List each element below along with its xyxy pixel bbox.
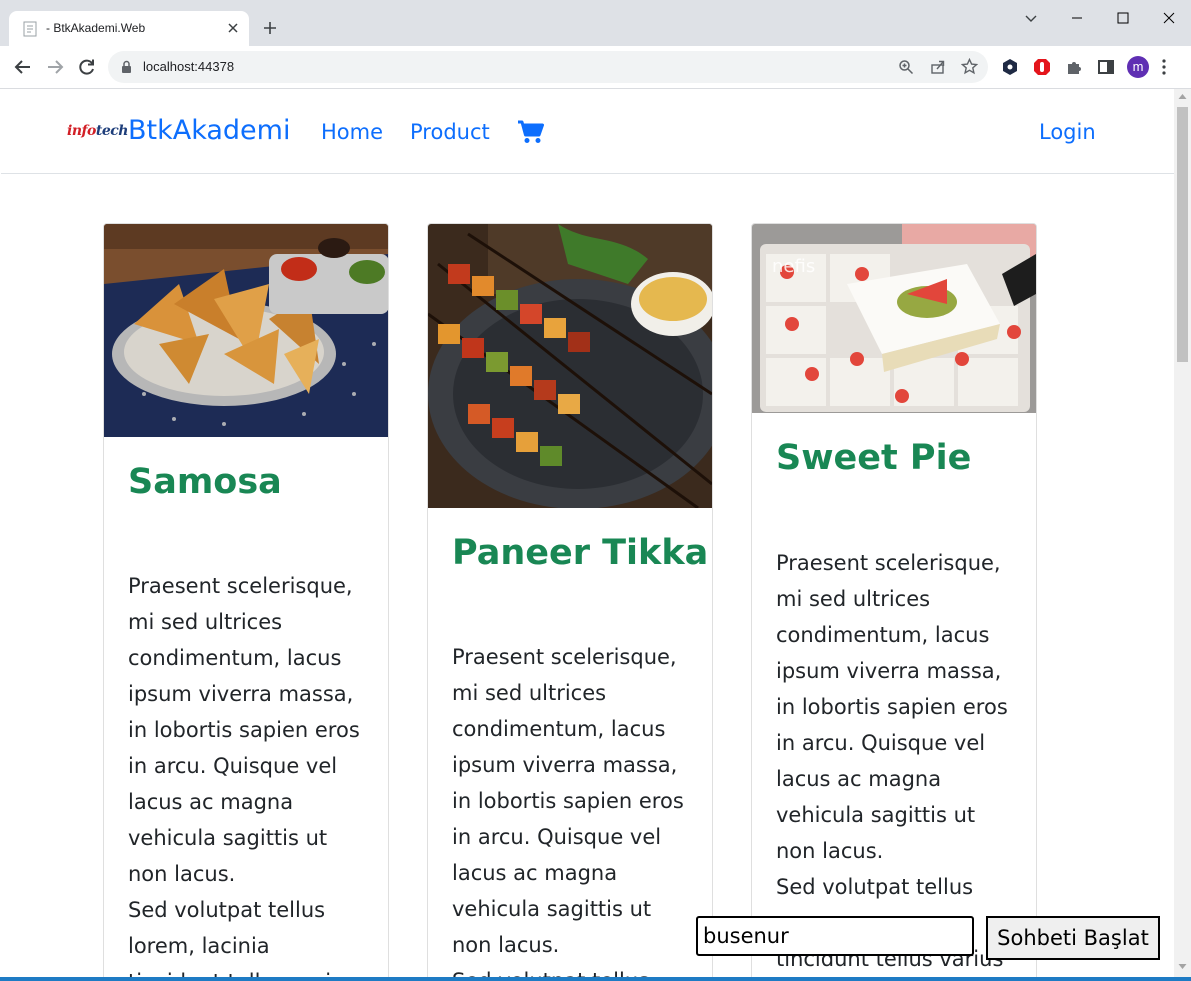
description-line: Praesent scelerisque,	[452, 645, 677, 669]
description-line: Sed volutpat tellus	[776, 875, 974, 899]
page-scrollbar[interactable]	[1174, 89, 1191, 977]
extension-shield-icon[interactable]	[1033, 58, 1051, 76]
start-chat-button[interactable]: Sohbeti Başlat	[986, 916, 1160, 960]
description-line: tincidunt tellus varius	[128, 964, 372, 977]
tab-title: - BtkAkademi.Web	[46, 21, 146, 35]
product-title: Paneer Tikka	[452, 533, 709, 573]
scroll-up-arrow-icon[interactable]	[1178, 93, 1187, 100]
description-line: lacus ac magna	[452, 861, 618, 885]
paneer-tikka-image	[428, 224, 712, 508]
brand-logo-text: info	[67, 123, 96, 139]
description-line: vehicula sagittis ut	[128, 826, 328, 850]
description-line: condimentum, lacus	[128, 646, 342, 670]
product-card: Samosa Praesent scelerisque, mi sed ultr…	[103, 223, 389, 977]
description-line: Sed volutpat tellus	[452, 963, 696, 977]
description-line: non lacus.	[128, 862, 236, 886]
description-line: in lobortis sapien eros	[128, 718, 360, 742]
description-line: condimentum, lacus	[776, 623, 990, 647]
description-line: in lobortis sapien eros	[452, 789, 684, 813]
maximize-icon[interactable]	[1116, 11, 1130, 25]
browser-tab-strip: - BtkAkademi.Web	[0, 0, 1191, 46]
close-tab-icon[interactable]	[227, 22, 239, 34]
description-line: in lobortis sapien eros	[776, 695, 1008, 719]
browser-toolbar: localhost:44378 m	[0, 46, 1191, 89]
description-line: ipsum viverra massa,	[452, 753, 678, 777]
product-description: Praesent scelerisque, mi sed ultrices co…	[452, 639, 696, 977]
extension-hexagon-icon[interactable]	[1001, 58, 1019, 76]
sweet-pie-image: nefis	[752, 224, 1036, 413]
description-line: mi sed ultrices	[776, 587, 931, 611]
product-card: nefis Sweet Pie Praesent scelerisque, mi…	[751, 223, 1037, 977]
description-line: lorem, lacinia	[128, 934, 270, 958]
description-line: mi sed ultrices	[128, 610, 283, 634]
zoom-icon[interactable]	[898, 59, 914, 75]
description-line: Sed volutpat tellus	[128, 898, 326, 922]
description-line: in arcu. Quisque vel	[128, 754, 338, 778]
profile-avatar[interactable]: m	[1127, 56, 1149, 78]
reload-icon[interactable]	[78, 58, 96, 76]
nav-link-home[interactable]: Home	[321, 120, 383, 144]
description-line: ipsum viverra massa,	[776, 659, 1002, 683]
description-line: lacus ac magna	[776, 767, 942, 791]
browser-tab[interactable]: - BtkAkademi.Web	[9, 11, 249, 46]
description-line: in arcu. Quisque vel	[452, 825, 662, 849]
share-icon[interactable]	[930, 59, 946, 75]
description-line: vehicula sagittis ut	[776, 803, 976, 827]
side-panel-icon[interactable]	[1097, 58, 1115, 76]
close-window-icon[interactable]	[1162, 11, 1176, 25]
description-line: non lacus.	[452, 933, 560, 957]
brand-name-link[interactable]: BtkAkademi	[128, 115, 290, 146]
nav-link-product[interactable]: Product	[410, 120, 490, 144]
brand-logo-text-tail: tech	[95, 123, 129, 139]
lock-icon[interactable]	[121, 60, 132, 74]
description-line: lacus ac magna	[128, 790, 294, 814]
back-arrow-icon[interactable]	[14, 58, 32, 76]
browser-menu-icon[interactable]	[1161, 58, 1167, 76]
product-description: Praesent scelerisque, mi sed ultrices co…	[128, 568, 372, 977]
description-line: condimentum, lacus	[452, 717, 666, 741]
product-title: Sweet Pie	[776, 438, 972, 478]
new-tab-icon[interactable]	[263, 21, 277, 35]
description-line: non lacus.	[776, 839, 884, 863]
scrollbar-thumb[interactable]	[1177, 107, 1188, 362]
shopping-cart-icon[interactable]	[517, 120, 545, 144]
product-card: Paneer Tikka Praesent scelerisque, mi se…	[427, 223, 713, 977]
samosa-image	[104, 224, 388, 437]
address-bar[interactable]: localhost:44378	[108, 51, 988, 83]
page-viewport: infotech BtkAkademi Home Product Login S…	[1, 89, 1174, 977]
bookmark-star-icon[interactable]	[961, 58, 978, 75]
description-line: vehicula sagittis ut	[452, 897, 652, 921]
forward-arrow-icon[interactable]	[46, 58, 64, 76]
chat-username-input[interactable]	[696, 916, 974, 956]
scroll-down-arrow-icon[interactable]	[1178, 963, 1187, 970]
tab-search-chevron-icon[interactable]	[1024, 11, 1038, 25]
description-line: ipsum viverra massa,	[128, 682, 354, 706]
minimize-icon[interactable]	[1070, 11, 1084, 25]
product-title: Samosa	[128, 462, 282, 502]
site-navbar: infotech BtkAkademi Home Product Login	[1, 89, 1174, 174]
taskbar-edge	[0, 977, 1191, 981]
product-description: Praesent scelerisque, mi sed ultrices co…	[776, 545, 1020, 977]
description-line: Praesent scelerisque,	[128, 574, 353, 598]
image-watermark-text: nefis	[772, 256, 815, 277]
description-line: mi sed ultrices	[452, 681, 607, 705]
description-line: Praesent scelerisque,	[776, 551, 1001, 575]
brand-logo[interactable]: infotech	[67, 123, 128, 139]
url-text: localhost:44378	[143, 59, 235, 74]
login-link[interactable]: Login	[1039, 120, 1096, 144]
extensions-puzzle-icon[interactable]	[1065, 58, 1083, 76]
page-favicon-icon	[23, 21, 37, 37]
description-line: in arcu. Quisque vel	[776, 731, 986, 755]
